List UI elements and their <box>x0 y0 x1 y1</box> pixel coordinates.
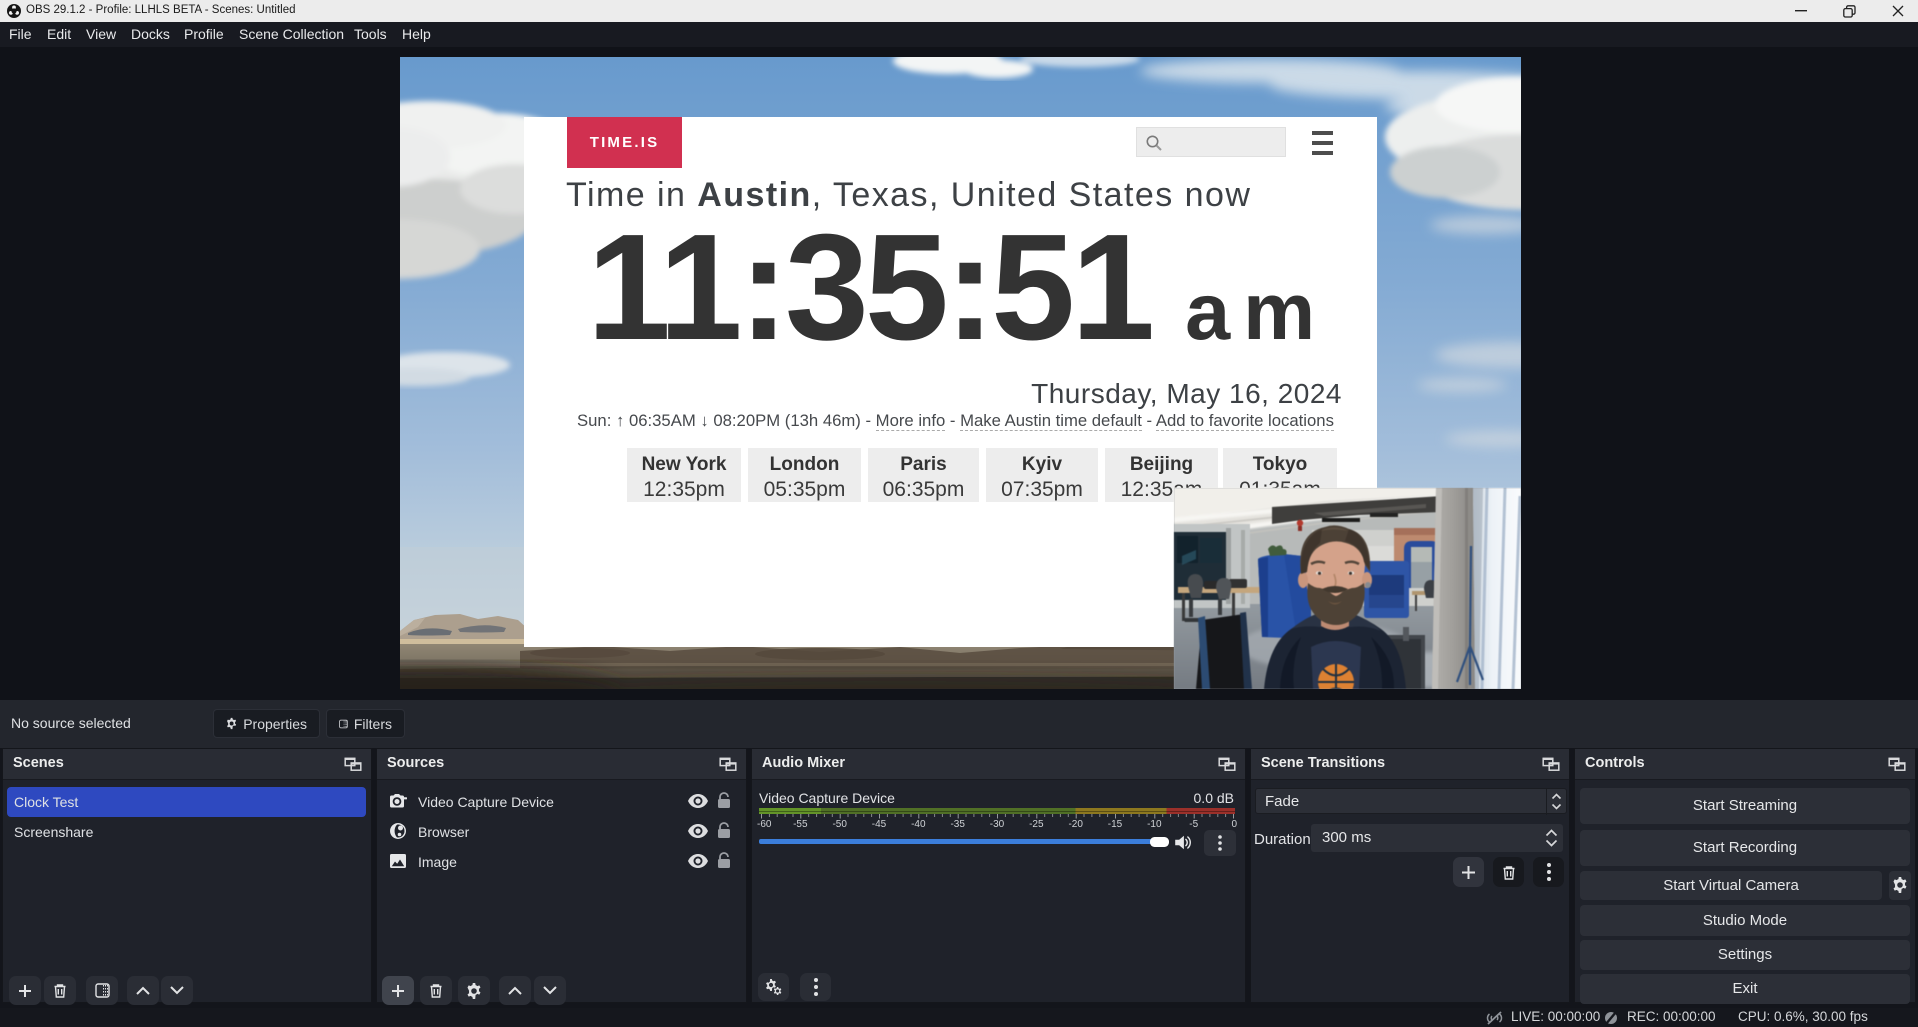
svg-text:-55: -55 <box>793 819 808 830</box>
svg-text:-35: -35 <box>950 819 965 830</box>
svg-text:-30: -30 <box>990 819 1005 830</box>
svg-text:-60: -60 <box>757 819 772 830</box>
svg-text:-45: -45 <box>872 819 887 830</box>
svg-text:-25: -25 <box>1029 819 1044 830</box>
svg-text:-20: -20 <box>1068 819 1083 830</box>
svg-text:0: 0 <box>1231 819 1237 830</box>
svg-text:-50: -50 <box>832 819 847 830</box>
svg-text:-40: -40 <box>911 819 926 830</box>
svg-text:-15: -15 <box>1108 819 1123 830</box>
svg-text:-5: -5 <box>1189 819 1198 830</box>
svg-text:-10: -10 <box>1147 819 1162 830</box>
